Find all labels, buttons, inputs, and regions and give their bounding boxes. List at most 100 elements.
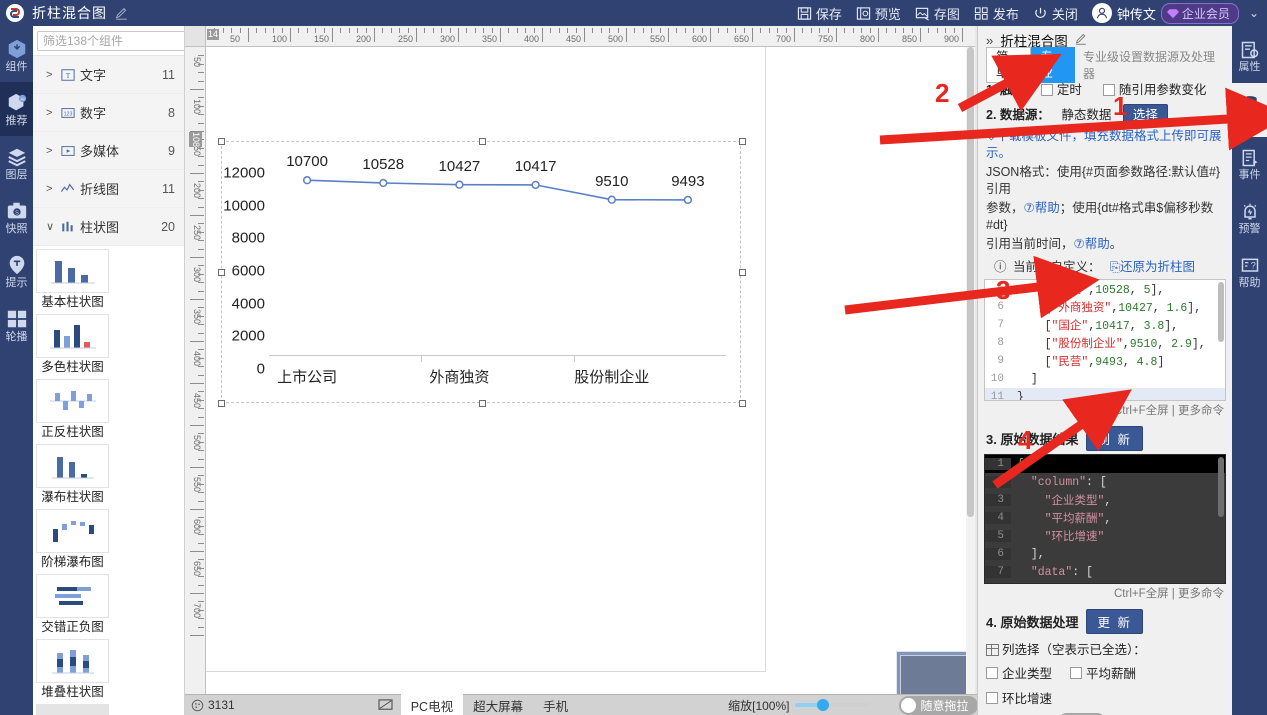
column-checkbox-2[interactable]: 环比增速: [986, 688, 1052, 707]
component-item[interactable]: 阶梯瀑布图: [36, 509, 109, 572]
code-line[interactable]: 10 ]: [985, 370, 1225, 388]
search-input[interactable]: [37, 30, 184, 51]
code-line[interactable]: 5 ["合资",10528, 5],: [985, 280, 1225, 298]
code-line[interactable]: 7 "data": [: [985, 563, 1225, 581]
code-scrollbar[interactable]: [1218, 282, 1224, 342]
code-line[interactable]: 6 ["外商独资",10427, 1.6],: [985, 298, 1225, 316]
code-line[interactable]: 3 "企业类型",: [985, 491, 1225, 509]
media-icon: [60, 143, 75, 158]
code-line[interactable]: 7 ["国企",10417, 3.8],: [985, 316, 1225, 334]
user-chip[interactable]: 钟传文 企业会员: [1091, 2, 1239, 24]
restore-link[interactable]: 还原为折柱图: [1120, 260, 1195, 274]
code-line[interactable]: 11}: [985, 388, 1225, 400]
code-line[interactable]: 4 "平均薪酬",: [985, 509, 1225, 527]
column-checkbox-1[interactable]: 平均薪酬: [1070, 663, 1136, 682]
code-line[interactable]: 6 ],: [985, 545, 1225, 563]
rrail-item-properties[interactable]: 属性: [1232, 29, 1267, 83]
component-item[interactable]: 基本柱状图: [36, 249, 109, 312]
publish-button[interactable]: 发布: [974, 4, 1019, 23]
category-line-chart[interactable]: > 折线图 11: [33, 170, 184, 208]
rail-item-carousel[interactable]: 轮播: [0, 298, 33, 352]
series-point: [302, 176, 312, 185]
download-icon[interactable]: ⇩: [986, 129, 996, 143]
component-item[interactable]: 正反柱状图: [36, 379, 109, 442]
zoom-label: 缩放[100%]: [728, 698, 790, 713]
rrail-item-help[interactable]: ? 帮助: [1232, 245, 1267, 299]
code-line[interactable]: 5 "环比增速": [985, 527, 1225, 545]
pencil-icon[interactable]: [1075, 33, 1087, 48]
refresh-button[interactable]: 刷 新: [1086, 426, 1143, 451]
line-number: 7: [985, 566, 1011, 578]
line-chart-icon: [60, 181, 75, 196]
rail-item-tip[interactable]: 提示: [0, 244, 33, 298]
zoom-slider-knob[interactable]: [817, 699, 830, 711]
column-label: 企业类型: [1002, 667, 1053, 681]
canvas-vertical-scrollbar[interactable]: [966, 47, 975, 694]
category-text[interactable]: > T 文字 11: [33, 56, 184, 94]
preview-label: 预览: [874, 6, 901, 22]
export-image-button[interactable]: 存图: [915, 4, 960, 23]
close-button[interactable]: 关闭: [1033, 4, 1078, 23]
canvas-minimap[interactable]: [896, 651, 975, 694]
tab-simple[interactable]: 简单: [986, 47, 1031, 83]
rail-item-recommend[interactable]: AI 推荐: [0, 82, 33, 136]
screen-tab-pc[interactable]: PC电视: [400, 693, 464, 715]
component-item[interactable]: 瀑布柱状图: [36, 444, 109, 507]
help-link-2[interactable]: ⑦帮助: [1074, 237, 1110, 251]
code-line[interactable]: 2 "column": [: [985, 473, 1225, 491]
zoom-slider[interactable]: [795, 699, 870, 711]
checkbox[interactable]: [986, 666, 998, 679]
save-button[interactable]: 保存: [797, 4, 842, 23]
screen-tab-mobile[interactable]: 手机: [533, 694, 578, 715]
category-media[interactable]: > 多媒体 9: [33, 132, 184, 170]
trigger-param-checkbox[interactable]: [1102, 84, 1115, 96]
rrail-item-data[interactable]: 数据: [1232, 83, 1267, 137]
component-item[interactable]: 堆叠柱状图: [36, 639, 109, 702]
component-item[interactable]: 多色柱状图: [36, 314, 109, 377]
rrail-item-event[interactable]: 事件: [1232, 137, 1267, 191]
rail-item-layers[interactable]: 图层: [0, 136, 33, 190]
rail-item-components[interactable]: 组件: [0, 28, 33, 82]
datasource-select-button[interactable]: 选择: [1122, 104, 1168, 126]
update-button[interactable]: 更 新: [1086, 609, 1143, 634]
data-label: 10700: [286, 153, 328, 171]
canvas-area[interactable]: 50 100 150 200 250 300 350 400 450 500 550 600 650 70…: [185, 26, 975, 694]
rrail-item-alarm[interactable]: 预警: [1232, 191, 1267, 245]
code-line[interactable]: 8 ["股份制企业",9510, 2.9],: [985, 334, 1225, 352]
rail-item-snapshot[interactable]: S 快照: [0, 190, 33, 244]
chevrons-right-icon[interactable]: »: [986, 33, 993, 48]
template-download-link[interactable]: 下载模板文件，填充数据格式上传即可展示。: [986, 129, 1222, 160]
trigger-timed-checkbox[interactable]: [1040, 84, 1053, 96]
component-item-selected[interactable]: 折柱混合图: [36, 704, 109, 715]
preview-button[interactable]: 预览: [856, 4, 901, 23]
pencil-icon[interactable]: [115, 7, 128, 20]
json-code-editor[interactable]: 5 ["合资",10528, 5], 6 ["外商独资",10427, 1.6],…: [984, 279, 1226, 401]
free-drag-toggle[interactable]: 随意拖拉: [899, 695, 978, 715]
minimap-viewport[interactable]: [900, 655, 967, 694]
component-label: 堆叠柱状图: [41, 685, 104, 699]
raw-result-editor[interactable]: 1{2 "column": [3 "企业类型", 4 "平均薪酬", 5 "环比增速…: [984, 454, 1226, 584]
line-bar-combo-chart[interactable]: 12000 10000 8000 6000 4000 2000 0 上市公司 外商独资 股份制企…: [221, 141, 741, 403]
code-line[interactable]: 1{: [985, 455, 1225, 473]
checkbox[interactable]: [986, 691, 998, 704]
help-link-1[interactable]: ⑦帮助: [1024, 201, 1060, 215]
x-axis-line: [269, 355, 726, 356]
restore-icon[interactable]: ⎘: [1110, 260, 1120, 274]
category-number[interactable]: > 123 数字 8: [33, 94, 184, 132]
tab-professional[interactable]: 专业: [1030, 47, 1075, 83]
scroll-thumb[interactable]: [967, 47, 974, 517]
line-text: ["合资",10528, 5],: [1044, 284, 1165, 297]
vip-badge[interactable]: 企业会员: [1160, 2, 1239, 24]
category-bar-chart[interactable]: ∨ 柱状图 20: [33, 208, 184, 246]
column-checkbox-0[interactable]: 企业类型: [986, 663, 1052, 682]
code-scrollbar[interactable]: [1218, 457, 1224, 517]
template-download-row[interactable]: ⇩下载模板文件，填充数据格式上传即可展示。: [978, 126, 1232, 162]
component-item[interactable]: 交错正负图: [36, 574, 109, 637]
design-page[interactable]: 12000 10000 8000 6000 4000 2000 0 上市公司 外商独资 股份制企…: [206, 47, 975, 694]
editor1-hint: Ctrl+F全屏 | 更多命令: [1113, 405, 1224, 417]
checkbox[interactable]: [1070, 666, 1083, 679]
publish-label: 发布: [992, 6, 1019, 22]
code-line[interactable]: 9 ["民营",9493, 4.8]: [985, 352, 1225, 370]
screen-tab-large[interactable]: 超大屏幕: [463, 694, 533, 715]
chevron-down-icon[interactable]: ⌄: [1249, 6, 1259, 20]
